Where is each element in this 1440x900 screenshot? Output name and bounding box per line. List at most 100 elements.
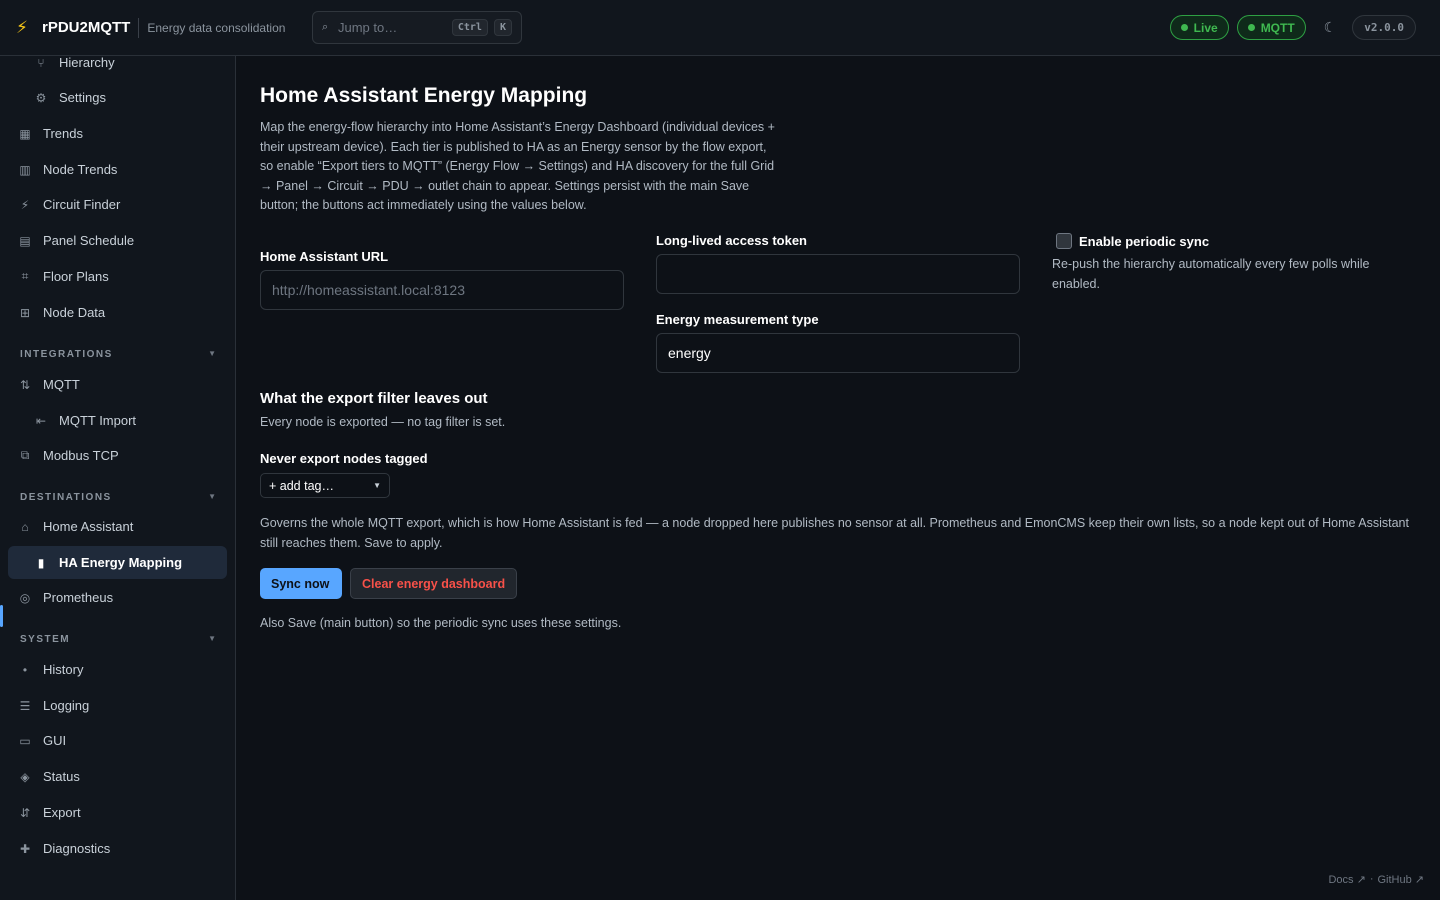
chevron-down-icon: ▼: [373, 481, 381, 490]
jump-to-search[interactable]: ⌕ Jump to… Ctrl K: [312, 11, 522, 44]
periodic-sync-row[interactable]: Enable periodic sync: [1056, 233, 1209, 249]
periodic-sync-label: Enable periodic sync: [1079, 233, 1210, 249]
section-label: SYSTEM: [20, 634, 71, 645]
sidebar-item-label: Hierarchy: [59, 56, 115, 70]
sidebar-item-gui[interactable]: ▭ GUI: [8, 724, 227, 757]
sidebar-item-floor-plans[interactable]: ⌗ Floor Plans: [8, 260, 227, 293]
filter-section-title: What the export filter leaves out: [260, 390, 488, 407]
top-bar: ⚡ rPDU2MQTT Energy data consolidation ⌕ …: [0, 0, 1440, 56]
periodic-sync-help: Re-push the hierarchy automatically ever…: [1052, 257, 1370, 291]
sidebar-item-status[interactable]: ◈ Status: [8, 760, 227, 793]
sync-now-button[interactable]: Sync now: [260, 568, 342, 599]
page-title: Home Assistant Energy Mapping: [260, 84, 588, 107]
sidebar-item-circuit-finder[interactable]: ⚡ Circuit Finder: [8, 188, 227, 221]
sidebar-item-label: Export: [43, 805, 81, 820]
search-icon: ⌕: [322, 21, 329, 33]
app-subtitle: Energy data consolidation: [147, 20, 286, 35]
header-status: Live MQTT ☾ v2.0.0: [1169, 15, 1416, 40]
sidebar-item-label: GUI: [43, 733, 67, 748]
page-description: Map the energy-flow hierarchy into Home …: [260, 120, 775, 212]
sidebar-item-label: Logging: [43, 698, 90, 713]
chevron-down-icon: ▼: [208, 349, 216, 358]
sidebar-item-logging[interactable]: ☰ Logging: [8, 689, 227, 722]
section-label: INTEGRATIONS: [20, 349, 113, 360]
sidebar-item-settings[interactable]: ⚙ Settings: [8, 81, 227, 114]
node-chart-icon: ▥: [19, 162, 31, 177]
brand[interactable]: ⚡ rPDU2MQTT Energy data consolidation: [16, 17, 286, 38]
sidebar-item-label: Prometheus: [43, 590, 114, 605]
add-tag-value: + add tag…: [269, 478, 334, 493]
sidebar-item-diagnostics[interactable]: ✚ Diagnostics: [8, 832, 227, 865]
battery-icon: ▮: [37, 555, 45, 570]
sidebar-item-mqtt[interactable]: ⇅ MQTT: [8, 368, 227, 401]
sidebar-item-trends[interactable]: ▦ Trends: [8, 117, 227, 150]
clear-energy-dashboard-button[interactable]: Clear energy dashboard: [350, 568, 517, 599]
sidebar-item-label: Trends: [43, 126, 83, 141]
never-export-label: Never export nodes tagged: [260, 451, 428, 466]
kbd-ctrl: Ctrl: [451, 19, 488, 36]
gear-icon: ⚙: [35, 90, 47, 105]
filter-note: Every node is exported — no tag filter i…: [260, 415, 506, 429]
periodic-sync-checkbox[interactable]: [1056, 233, 1072, 249]
copy-icon: ⧉: [20, 448, 30, 462]
sidebar-item-label: Diagnostics: [43, 841, 111, 856]
sidebar-item-label: Panel Schedule: [43, 233, 135, 248]
measurement-type-input[interactable]: [656, 333, 1020, 373]
sidebar-item-modbus-tcp[interactable]: ⧉ Modbus TCP: [8, 439, 227, 472]
save-reminder: Also Save (main button) so the periodic …: [260, 616, 622, 630]
sidebar-item-prometheus[interactable]: ◎ Prometheus: [8, 581, 227, 614]
add-tag-select[interactable]: + add tag… ▼: [260, 473, 390, 498]
sidebar-item-ha-energy-mapping[interactable]: ▮ HA Energy Mapping: [8, 546, 227, 579]
docs-link[interactable]: Docs ↗: [1328, 873, 1365, 886]
sidebar-item-label: Circuit Finder: [43, 197, 121, 212]
transfer-icon: ⇅: [19, 377, 31, 392]
dot-icon: •: [22, 662, 28, 677]
section-system[interactable]: SYSTEM ▼: [20, 634, 216, 645]
sidebar-item-label: Modbus TCP: [43, 448, 119, 463]
measurement-type-label: Energy measurement type: [656, 312, 819, 327]
live-label: Live: [1193, 20, 1218, 35]
section-integrations[interactable]: INTEGRATIONS ▼: [20, 349, 216, 360]
access-token-input[interactable]: [656, 254, 1020, 294]
token-label: Long-lived access token: [656, 233, 807, 248]
bolt-icon: ⚡: [16, 17, 28, 37]
ha-url-label: Home Assistant URL: [260, 249, 389, 264]
mqtt-dot-icon: [1247, 24, 1255, 31]
ha-url-input[interactable]: [260, 270, 624, 310]
chevron-down-icon: ▼: [208, 634, 216, 643]
bar-chart-icon: ▦: [19, 126, 31, 141]
footer-separator: ·: [1369, 873, 1374, 885]
chevron-down-icon: ▼: [208, 492, 216, 501]
sidebar-item-label: MQTT Import: [59, 413, 137, 428]
sidebar-item-node-data[interactable]: ⊞ Node Data: [8, 296, 227, 329]
sidebar-item-label: Node Trends: [43, 162, 118, 177]
github-link[interactable]: GitHub ↗: [1377, 873, 1424, 886]
mqtt-label: MQTT: [1260, 20, 1295, 35]
live-dot-icon: [1180, 24, 1188, 31]
sidebar-item-panel-schedule[interactable]: ▤ Panel Schedule: [8, 224, 227, 257]
kbd-k: K: [493, 19, 512, 36]
sidebar-item-label: Node Data: [43, 305, 106, 320]
version-badge: v2.0.0: [1352, 15, 1416, 40]
governs-note: Governs the whole MQTT export, which is …: [260, 516, 1409, 550]
sidebar-item-hierarchy[interactable]: ⑂ Hierarchy: [8, 56, 227, 79]
monitor-icon: ▭: [19, 733, 31, 748]
import-icon: ⇤: [35, 413, 47, 428]
sidebar-item-mqtt-import[interactable]: ⇤ MQTT Import: [8, 404, 227, 437]
sidebar-item-label: HA Energy Mapping: [59, 555, 183, 570]
live-badge[interactable]: Live: [1169, 15, 1229, 40]
sidebar-item-label: MQTT: [43, 377, 80, 392]
jump-placeholder: Jump to…: [338, 20, 398, 35]
sidebar-item-node-trends[interactable]: ▥ Node Trends: [8, 153, 227, 186]
table-icon: ⊞: [19, 305, 31, 320]
sidebar-item-label: Home Assistant: [43, 519, 134, 534]
status-icon: ◈: [20, 769, 30, 784]
sidebar-item-export[interactable]: ⇵ Export: [8, 796, 227, 829]
section-destinations[interactable]: DESTINATIONS ▼: [20, 492, 216, 503]
sidebar-item-history[interactable]: • History: [8, 653, 227, 686]
sidebar-item-label: History: [43, 662, 84, 677]
sidebar-item-home-assistant[interactable]: ⌂ Home Assistant: [8, 510, 227, 543]
moon-icon[interactable]: ☾: [1324, 19, 1337, 36]
mqtt-badge[interactable]: MQTT: [1236, 15, 1306, 40]
sidebar-item-label: Floor Plans: [43, 269, 109, 284]
